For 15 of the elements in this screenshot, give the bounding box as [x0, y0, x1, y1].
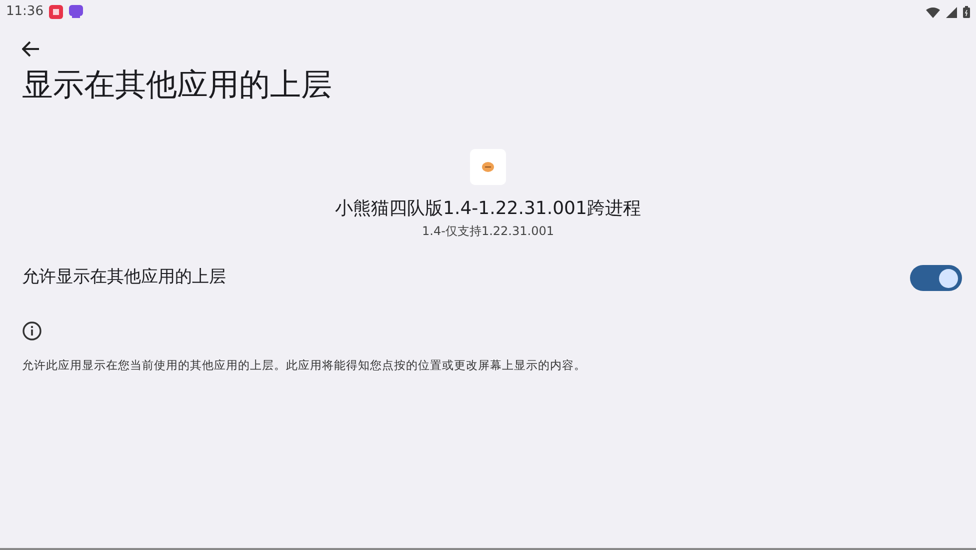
notification-icon: [69, 5, 84, 19]
info-text: 允许此应用显示在您当前使用的其他应用的上层。此应用将能得知您点按的位置或更改屏幕上显示的内容。: [21, 357, 587, 374]
app-name: 小熊猫四队版1.4-1.22.31.001跨进程: [335, 197, 641, 221]
wifi-icon: [926, 6, 940, 18]
status-time: 11:36: [6, 3, 44, 22]
signal-icon: [946, 6, 957, 18]
info-icon: [22, 321, 42, 341]
page-title: 显示在其他应用的上层: [21, 66, 333, 105]
back-icon[interactable]: [22, 41, 40, 57]
battery-icon: [963, 6, 970, 18]
toggle-switch[interactable]: [910, 265, 962, 291]
app-icon: [470, 149, 506, 185]
notification-icon: [49, 5, 64, 19]
app-version: 1.4-仅支持1.22.31.001: [422, 223, 554, 239]
setting-label: 允许显示在其他应用的上层: [22, 266, 226, 290]
